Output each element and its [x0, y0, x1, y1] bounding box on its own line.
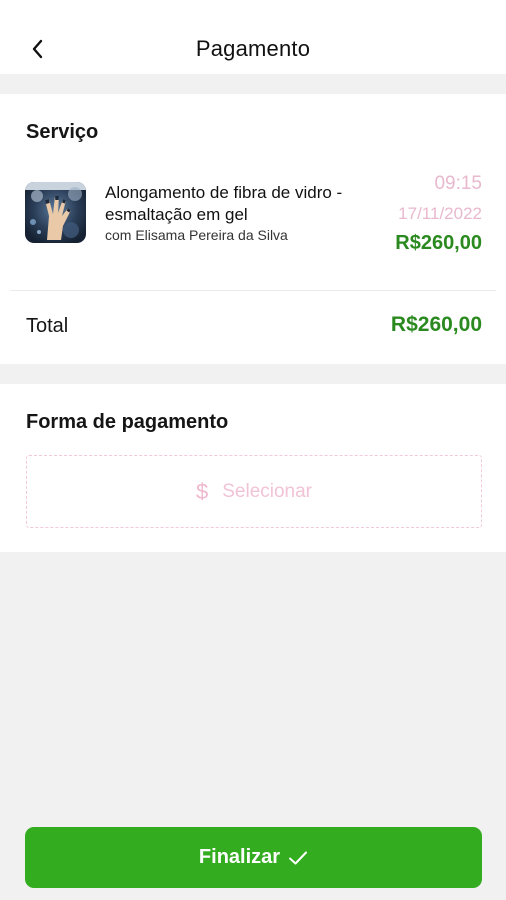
payment-card: Forma de pagamento $ Selecionar: [0, 384, 506, 552]
payment-section-title: Forma de pagamento: [26, 411, 229, 433]
service-card: Serviço Alongamento de fibra de vidro - …: [0, 94, 506, 364]
finalize-label: Finalizar: [198, 846, 281, 868]
service-date: 17/11/2022: [398, 204, 482, 223]
service-price: R$260,00: [395, 232, 482, 254]
checkmark-icon: [289, 851, 308, 864]
select-payment-button[interactable]: $ Selecionar: [26, 455, 482, 528]
service-thumbnail: [25, 182, 86, 243]
service-time: 09:15: [434, 173, 482, 194]
top-bar: Pagamento: [0, 0, 506, 74]
select-payment-label: Selecionar: [222, 480, 313, 502]
service-section-title: Serviço: [26, 121, 99, 143]
page-title: Pagamento: [195, 36, 311, 61]
total-label: Total: [26, 315, 69, 337]
service-professional: com Elisama Pereira da Silva: [105, 227, 288, 243]
service-name: Alongamento de fibra de vidro - esmaltaç…: [105, 183, 343, 224]
total-value: R$260,00: [390, 313, 482, 336]
dollar-icon: $: [195, 478, 209, 504]
finalize-button[interactable]: Finalizar: [25, 827, 482, 888]
nail-art-image: [25, 182, 86, 243]
divider: [10, 290, 496, 291]
